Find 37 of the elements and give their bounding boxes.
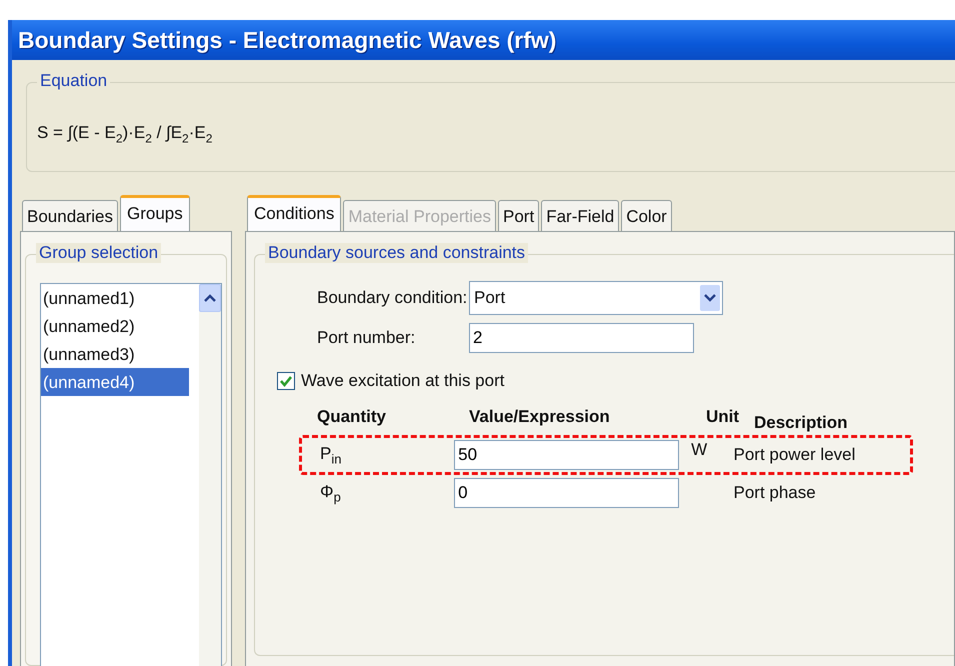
caret-up-icon bbox=[204, 294, 216, 302]
group-legend: Boundary sources and constraints bbox=[265, 243, 528, 263]
equation-text: S = ∫(E - E$_{2}$)·E$_{2}$ / ∫E$_{2}$·E$_{2}$ bbox=[37, 123, 214, 146]
tab[interactable]: Color bbox=[621, 200, 672, 231]
window-title: Boundary Settings - Electromagnetic Waves (rfw) bbox=[18, 26, 556, 54]
field-label: Boundary condition: bbox=[317, 288, 468, 308]
group-list[interactable]: (unnamed1) (unnamed2) (unnamed3) (unnamed4) bbox=[40, 283, 222, 666]
port-number-field[interactable]: 2 bbox=[469, 323, 694, 353]
column-header: Value/Expression bbox=[469, 407, 611, 427]
tab[interactable]: Groups bbox=[120, 195, 190, 231]
tab[interactable]: Boundaries bbox=[22, 200, 118, 231]
field-label: Port number: bbox=[317, 328, 416, 348]
value-field[interactable]: 50 bbox=[454, 440, 680, 470]
column-header: Quantity bbox=[317, 407, 387, 427]
column-header: Description bbox=[754, 413, 849, 433]
group-legend: Equation bbox=[37, 71, 110, 91]
unit-text: W bbox=[691, 440, 708, 460]
boundary-condition-dropdown[interactable]: Port bbox=[469, 281, 723, 315]
checkbox[interactable] bbox=[277, 372, 295, 390]
quantity-symbol: Φ$_{p}$ bbox=[320, 482, 342, 504]
group-legend: Group selection bbox=[36, 243, 162, 263]
list-item[interactable]: (unnamed3) bbox=[41, 340, 189, 368]
description-text: Port phase bbox=[734, 483, 817, 503]
list-item[interactable]: (unnamed2) bbox=[41, 312, 189, 340]
tab[interactable]: Far-Field bbox=[541, 200, 620, 231]
value-field[interactable]: 0 bbox=[454, 478, 680, 508]
quantity-symbol: P$_{in}$ bbox=[320, 444, 342, 466]
list-item[interactable]: (unnamed1) bbox=[41, 284, 189, 312]
description-text: Port power level bbox=[734, 445, 856, 465]
tab[interactable]: Conditions bbox=[247, 195, 342, 231]
tab[interactable]: Port bbox=[498, 200, 540, 231]
list-item[interactable]: (unnamed4) bbox=[41, 368, 189, 396]
checkbox-label: Wave excitation at this port bbox=[301, 371, 504, 391]
checkmark-icon bbox=[279, 374, 293, 388]
caret-down-icon bbox=[704, 294, 716, 302]
column-header: Unit bbox=[706, 407, 740, 427]
scroll-up-button[interactable] bbox=[199, 284, 221, 312]
